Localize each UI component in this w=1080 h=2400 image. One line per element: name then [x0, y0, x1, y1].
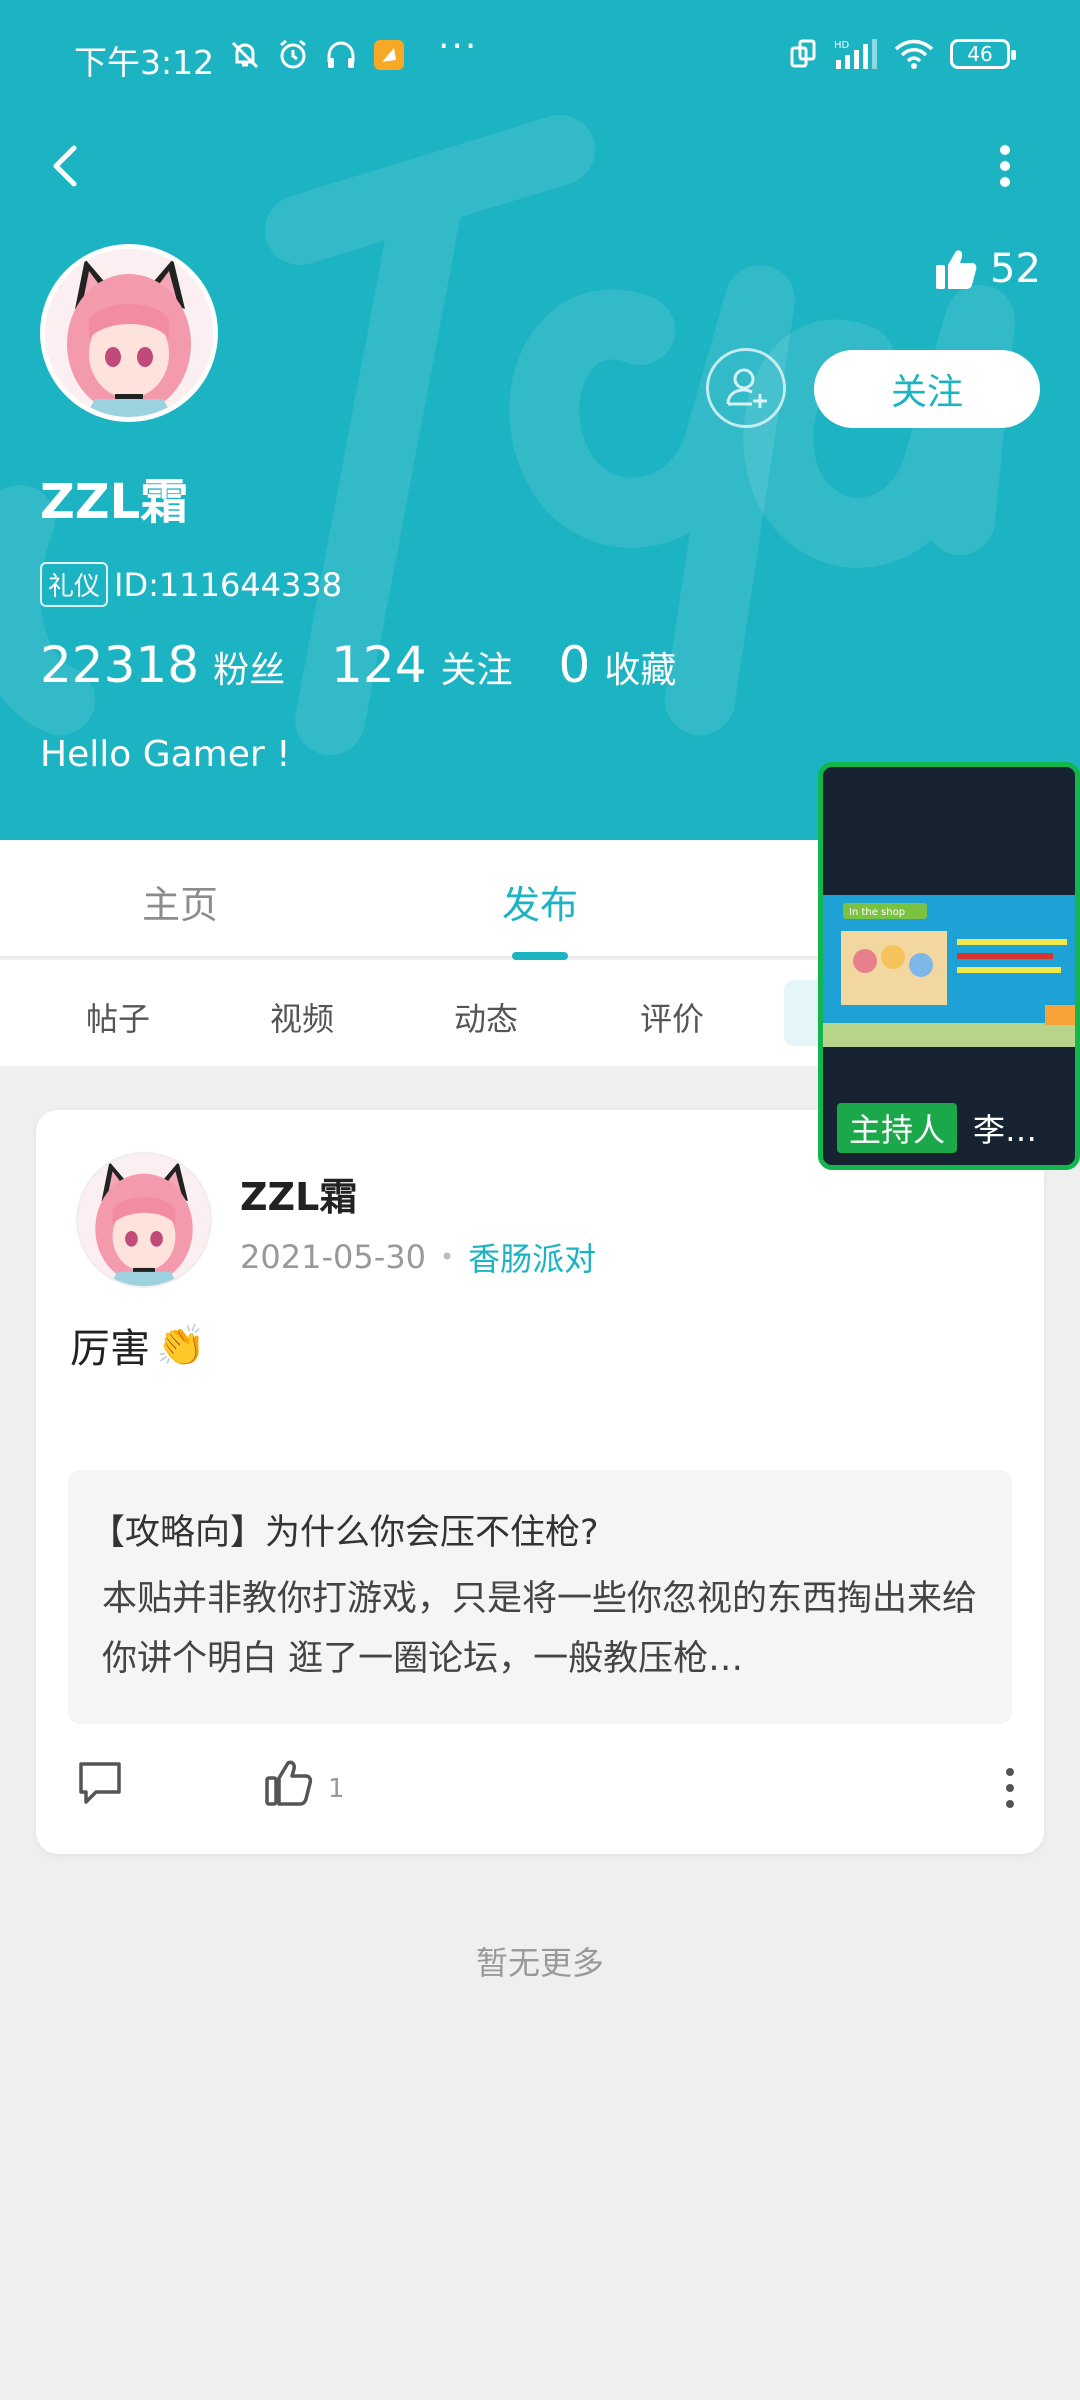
subtab-videos[interactable]: 视频: [270, 994, 334, 1040]
avatar-illustration: [45, 249, 213, 417]
slide-title: In the shop: [849, 907, 905, 918]
avatar-illustration: [78, 1154, 210, 1286]
favorites-label[interactable]: 收藏: [604, 641, 676, 693]
profile-avatar[interactable]: [40, 244, 218, 422]
user-id-row: 礼仪 ID:111644338: [40, 562, 342, 607]
svg-text:HD: HD: [834, 40, 850, 51]
tab-posts[interactable]: 发布: [502, 874, 578, 929]
thumbs-up-icon: [936, 250, 977, 289]
comment-icon[interactable]: [76, 1758, 124, 1808]
status-time: 下午3:12: [74, 43, 215, 82]
host-label: 主持人: [837, 1103, 958, 1153]
post-actions: 1: [76, 1758, 1016, 1818]
following-count[interactable]: 124: [331, 636, 426, 694]
floating-video-window[interactable]: In the shop 主持人 李…: [818, 762, 1080, 1170]
add-person-icon: [726, 368, 767, 408]
profile-bio: Hello Gamer !: [40, 734, 291, 775]
following-label[interactable]: 关注: [441, 641, 513, 693]
meta-separator-dot: •: [439, 1243, 455, 1271]
status-bar: 下午3:12 ··· HD 46: [0, 0, 1080, 120]
slide-illustration: In the shop: [823, 895, 1075, 1047]
quoted-thread-title: 【攻略向】为什么你会压不住枪?: [90, 1513, 599, 1553]
more-vertical-icon[interactable]: [990, 136, 1020, 196]
subtab-reviews[interactable]: 评价: [640, 994, 704, 1040]
fans-count[interactable]: 22318: [40, 636, 199, 694]
signal-icon: HD: [834, 39, 877, 69]
post-date: 2021-05-30: [240, 1238, 426, 1276]
quoted-thread-excerpt: 本贴并非教你打游戏，只是将一些你忽视的东西掏出来给你讲个明白 逛了一圈论坛，一般…: [102, 1579, 978, 1679]
post-author-name[interactable]: ZZL霜: [240, 1166, 357, 1221]
status-more-dots: ···: [438, 26, 479, 67]
profile-stats: 22318 粉丝 124 关注 0 收藏: [40, 636, 722, 694]
fans-label[interactable]: 粉丝: [213, 641, 285, 693]
post-content: 厉害 👏: [70, 1316, 206, 1374]
headset-icon: [327, 41, 355, 68]
no-more-text: 暂无更多: [475, 1944, 604, 1982]
quoted-thread[interactable]: 【攻略向】为什么你会压不住枪? 本贴并非教你打游戏，只是将一些你忽视的东西掏出来…: [68, 1470, 1012, 1724]
post-meta: 2021-05-30 • 香肠派对: [240, 1234, 596, 1280]
subtab-threads[interactable]: 帖子: [86, 994, 150, 1040]
post-text: 厉害: [70, 1326, 150, 1372]
subtab-moments[interactable]: 动态: [454, 994, 518, 1040]
favorites-count[interactable]: 0: [559, 636, 591, 694]
post-card[interactable]: ZZL霜 2021-05-30 • 香肠派对 厉害 👏 【攻略向】为什么你会压不…: [36, 1110, 1044, 1854]
clapping-hands-emoji: 👏: [156, 1322, 206, 1369]
profile-header: 下午3:12 ··· HD 46 52 关注 ZZL霜 礼仪 ID:111644…: [0, 0, 1080, 840]
follow-button[interactable]: 关注: [814, 350, 1040, 428]
post-game-tag[interactable]: 香肠派对: [468, 1234, 596, 1280]
video-slide: In the shop: [823, 895, 1075, 1047]
likes-count: 52: [990, 246, 1041, 292]
wifi-icon: [894, 39, 934, 69]
etiquette-badge: 礼仪: [40, 562, 109, 607]
battery-icon: 46: [950, 39, 1016, 69]
back-arrow-icon[interactable]: [40, 136, 90, 196]
post-more-icon[interactable]: [1004, 1766, 1016, 1810]
add-friend-button[interactable]: [706, 348, 786, 428]
mute-icon: [231, 41, 259, 69]
tab-home[interactable]: 主页: [142, 874, 218, 929]
post-author-avatar[interactable]: [76, 1152, 212, 1288]
app-notification-icon: [374, 40, 404, 70]
host-name: 李…: [973, 1111, 1038, 1149]
alarm-icon: [280, 39, 306, 69]
active-tab-indicator: [512, 952, 568, 960]
likes-counter: 52: [934, 246, 1041, 292]
screen-rotate-icon: [790, 39, 816, 68]
profile-username: ZZL霜: [40, 474, 189, 530]
post-like-count: 1: [328, 1774, 345, 1804]
user-id: ID:111644338: [114, 565, 343, 604]
like-icon[interactable]: [264, 1758, 314, 1808]
